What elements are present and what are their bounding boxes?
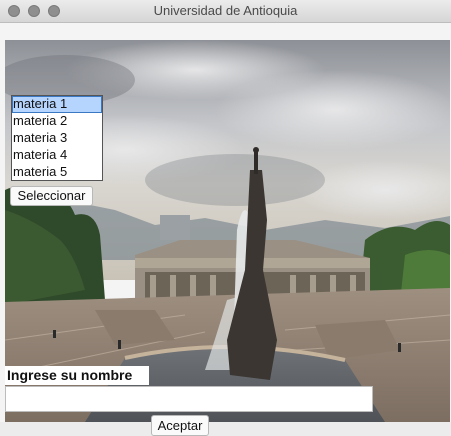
window-title: Universidad de Antioquia (153, 3, 298, 18)
list-item[interactable]: materia 5 (12, 164, 102, 181)
select-button[interactable]: Seleccionar (10, 186, 93, 206)
content-area: materia 1 materia 2 materia 3 materia 4 … (0, 23, 451, 436)
list-item[interactable]: materia 3 (12, 130, 102, 147)
title-bar: Universidad de Antioquia (0, 0, 451, 23)
accept-button[interactable]: Aceptar (151, 415, 209, 436)
list-item[interactable]: materia 2 (12, 113, 102, 130)
list-item[interactable]: materia 4 (12, 147, 102, 164)
subject-list[interactable]: materia 1 materia 2 materia 3 materia 4 … (11, 95, 103, 181)
list-item[interactable]: materia 1 (12, 96, 102, 113)
name-label: Ingrese su nombre (5, 366, 149, 385)
name-input[interactable] (5, 386, 373, 412)
